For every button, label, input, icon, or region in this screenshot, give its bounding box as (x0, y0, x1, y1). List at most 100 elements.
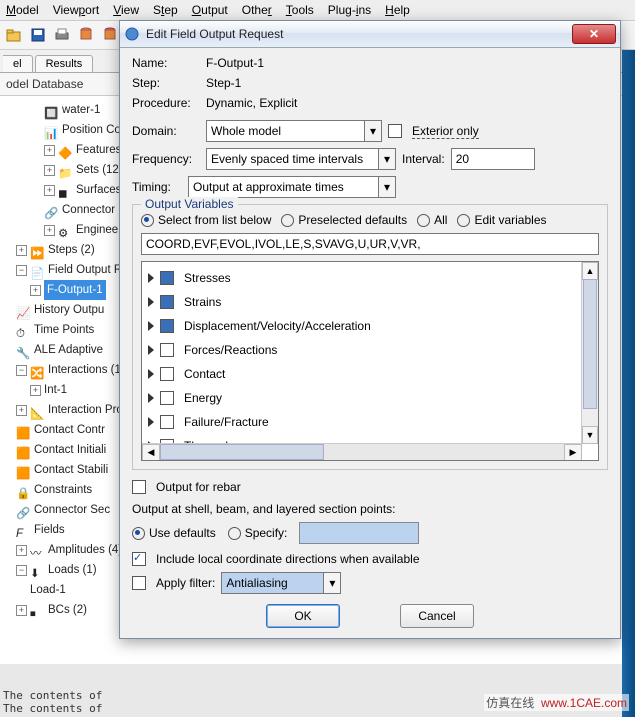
expand-icon[interactable]: + (44, 185, 55, 196)
radio-specify[interactable]: Specify: (228, 526, 288, 540)
expand-triangle-icon[interactable] (148, 369, 154, 379)
expand-triangle-icon[interactable] (148, 297, 154, 307)
scroll-right-icon[interactable]: ▶ (564, 444, 582, 461)
tree-constraints[interactable]: Constraints (34, 480, 92, 500)
vertical-scrollbar[interactable]: ▲▼ (581, 262, 598, 444)
tree-history[interactable]: History Outpu (34, 300, 104, 320)
interval-input[interactable]: 20 (451, 148, 535, 170)
variable-row[interactable]: Energy (144, 386, 596, 410)
variable-row[interactable]: Stresses (144, 266, 596, 290)
menu-other[interactable]: Other (242, 3, 272, 17)
domain-select[interactable]: Whole model▾ (206, 120, 382, 142)
expand-icon[interactable]: + (16, 545, 27, 556)
db-icon-2[interactable] (99, 24, 121, 46)
save-icon[interactable] (27, 24, 49, 46)
variable-checkbox[interactable] (160, 415, 174, 429)
tree-interactions[interactable]: Interactions (1 (48, 360, 121, 380)
tree-features[interactable]: Features (76, 140, 121, 160)
collapse-icon[interactable]: − (16, 565, 27, 576)
radio-select-from-list[interactable]: Select from list below (141, 213, 271, 227)
variable-checkbox[interactable] (160, 343, 174, 357)
timing-select[interactable]: Output at approximate times▾ (188, 176, 396, 198)
expand-icon[interactable]: + (44, 225, 55, 236)
tree-time[interactable]: Time Points (34, 320, 94, 340)
tree-position[interactable]: Position Co (62, 120, 121, 140)
variable-row[interactable]: Contact (144, 362, 596, 386)
expand-icon[interactable]: + (16, 405, 27, 416)
menu-viewport[interactable]: Viewport (53, 3, 100, 17)
expand-icon[interactable]: + (30, 285, 41, 296)
open-icon[interactable] (3, 24, 25, 46)
radio-all[interactable]: All (417, 213, 447, 227)
include-local-checkbox[interactable] (132, 552, 146, 566)
filter-select[interactable]: Antialiasing▾ (221, 572, 341, 594)
variable-row[interactable]: Strains (144, 290, 596, 314)
scroll-thumb[interactable] (583, 279, 597, 408)
variables-text-input[interactable]: COORD,EVF,EVOL,IVOL,LE,S,SVAVG,U,UR,V,VR… (141, 233, 599, 255)
expand-triangle-icon[interactable] (148, 321, 154, 331)
tree-connector[interactable]: Connector (62, 200, 115, 220)
expand-triangle-icon[interactable] (148, 417, 154, 427)
tree-connsec[interactable]: Connector Sec (34, 500, 110, 520)
variable-checkbox[interactable] (160, 319, 174, 333)
menu-view[interactable]: View (113, 3, 139, 17)
variable-checkbox[interactable] (160, 271, 174, 285)
close-button[interactable]: ✕ (572, 24, 616, 44)
tree-contact-stab[interactable]: Contact Stabili (34, 460, 108, 480)
menu-tools[interactable]: Tools (286, 3, 314, 17)
variable-row[interactable]: Displacement/Velocity/Acceleration (144, 314, 596, 338)
variable-row[interactable]: Failure/Fracture (144, 410, 596, 434)
tree-intprop[interactable]: Interaction Pro (48, 400, 123, 420)
scroll-up-icon[interactable]: ▲ (582, 262, 598, 280)
expand-triangle-icon[interactable] (148, 393, 154, 403)
titlebar[interactable]: Edit Field Output Request ✕ (120, 21, 620, 48)
tree-load1[interactable]: Load-1 (30, 580, 66, 600)
menu-output[interactable]: Output (192, 3, 228, 17)
horizontal-scrollbar[interactable]: ◀▶ (142, 443, 582, 460)
variables-list[interactable]: StressesStrainsDisplacement/Velocity/Acc… (141, 261, 599, 461)
menu-plugins[interactable]: Plug-ins (328, 3, 371, 17)
variable-checkbox[interactable] (160, 295, 174, 309)
tab-model[interactable]: el (3, 55, 33, 72)
collapse-icon[interactable]: − (16, 265, 27, 276)
tree-bcs[interactable]: BCs (2) (48, 600, 87, 620)
radio-edit[interactable]: Edit variables (457, 213, 546, 227)
tree-contact-ctrl[interactable]: Contact Contr (34, 420, 105, 440)
expand-icon[interactable]: + (44, 165, 55, 176)
expand-icon[interactable]: + (16, 605, 27, 616)
menu-help[interactable]: Help (385, 3, 410, 17)
variable-checkbox[interactable] (160, 391, 174, 405)
tree-steps[interactable]: Steps (2) (48, 240, 95, 260)
tree-field-output[interactable]: Field Output R (48, 260, 122, 280)
ok-button[interactable]: OK (266, 604, 340, 628)
scroll-down-icon[interactable]: ▼ (582, 426, 598, 444)
output-for-rebar-checkbox[interactable] (132, 480, 146, 494)
radio-use-defaults[interactable]: Use defaults (132, 526, 216, 540)
exterior-only-label[interactable]: Exterior only (412, 124, 479, 139)
tree-int1[interactable]: Int-1 (44, 380, 67, 400)
tree-contact-init[interactable]: Contact Initiali (34, 440, 106, 460)
tab-results[interactable]: Results (35, 55, 94, 72)
tree-loads[interactable]: Loads (1) (48, 560, 97, 580)
expand-icon[interactable]: + (16, 245, 27, 256)
db-icon-1[interactable] (75, 24, 97, 46)
radio-preselected[interactable]: Preselected defaults (281, 213, 407, 227)
print-icon[interactable] (51, 24, 73, 46)
exterior-only-checkbox[interactable] (388, 124, 402, 138)
tree-water[interactable]: water-1 (62, 100, 100, 120)
expand-icon[interactable]: + (30, 385, 41, 396)
menu-model[interactable]: MModelodel (6, 3, 39, 17)
frequency-select[interactable]: Evenly spaced time intervals▾ (206, 148, 396, 170)
tree-f-output-1[interactable]: F-Output-1 (44, 280, 106, 300)
tree-fields[interactable]: Fields (34, 520, 65, 540)
tree-ale[interactable]: ALE Adaptive (34, 340, 103, 360)
specify-input[interactable] (299, 522, 419, 544)
variable-row[interactable]: Forces/Reactions (144, 338, 596, 362)
tree-sets[interactable]: Sets (12) (76, 160, 123, 180)
collapse-icon[interactable]: − (16, 365, 27, 376)
expand-icon[interactable]: + (44, 145, 55, 156)
expand-triangle-icon[interactable] (148, 345, 154, 355)
cancel-button[interactable]: Cancel (400, 604, 474, 628)
variable-checkbox[interactable] (160, 367, 174, 381)
menu-step[interactable]: Step (153, 3, 178, 17)
